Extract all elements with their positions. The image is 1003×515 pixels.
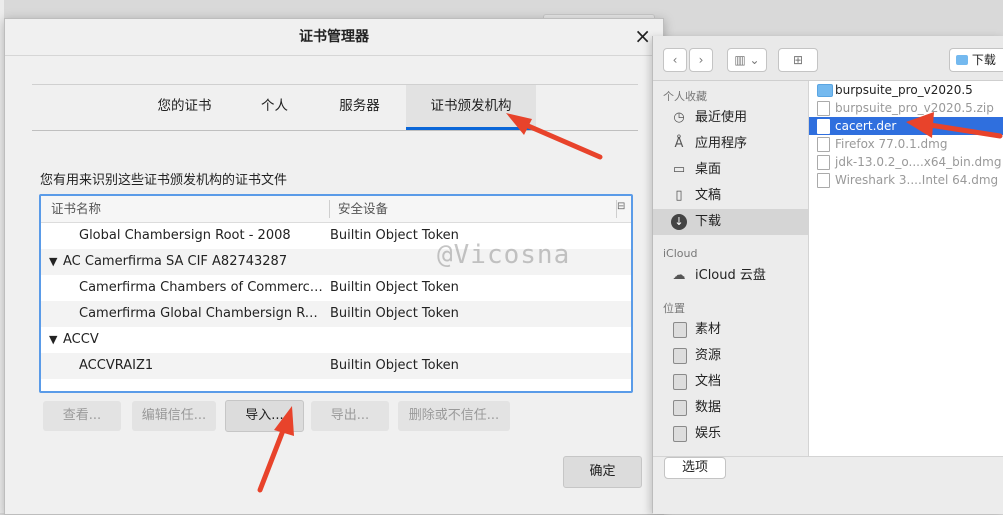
- file-picker: ‹ › ▥ ⌄ ⊞ 下载 个人收藏 ◷ 最近使用 Å 应用程序 ▭ 桌面 ▯ 文…: [652, 36, 1003, 514]
- table-header: 证书名称 安全设备 ⊟: [41, 196, 631, 223]
- security-device: Builtin Object Token: [330, 358, 459, 373]
- arrow-to-cacert-file: [906, 112, 1003, 139]
- arrow-to-authorities-tab: [506, 113, 603, 160]
- file-icon: [817, 155, 830, 170]
- sidebar-item-documents[interactable]: ▯ 文稿: [653, 183, 808, 209]
- tab-your-certificates[interactable]: 您的证书: [142, 85, 227, 128]
- icloud-header: iCloud: [663, 247, 698, 260]
- table-row[interactable]: Camerfirma Global Chambersign Root Built…: [41, 301, 631, 327]
- certificate-name: Global Chambersign Root - 2008: [79, 228, 291, 243]
- disk-icon: [673, 348, 687, 364]
- file-item[interactable]: Wireshark 3....Intel 64.dmg: [809, 171, 1003, 189]
- group-name: AC Camerfirma SA CIF A82743287: [63, 254, 288, 269]
- certificate-name: Camerfirma Chambers of Commerce Root: [79, 280, 325, 295]
- view-mode-button[interactable]: ▥ ⌄: [727, 48, 767, 72]
- sidebar-item-applications[interactable]: Å 应用程序: [653, 131, 808, 157]
- file-item[interactable]: burpsuite_pro_v2020.5: [809, 81, 1003, 99]
- location-label: 下载: [971, 53, 996, 67]
- picker-sidebar: 个人收藏 ◷ 最近使用 Å 应用程序 ▭ 桌面 ▯ 文稿 ↓ 下载 iCloud…: [653, 81, 809, 456]
- table-row[interactable]: ACCVRAIZ1 Builtin Object Token: [41, 353, 631, 379]
- apps-icon: Å: [674, 136, 684, 151]
- sidebar-item-desktop[interactable]: ▭ 桌面: [653, 157, 808, 183]
- back-button[interactable]: ‹: [663, 48, 687, 72]
- favorites-header: 个人收藏: [663, 90, 707, 103]
- new-folder-button[interactable]: ⊞: [778, 48, 818, 72]
- clock-icon: ◷: [673, 110, 685, 125]
- table-group-row[interactable]: ▼ ACCV: [41, 327, 631, 353]
- sidebar-item-volume[interactable]: 娱乐: [653, 421, 808, 447]
- file-icon: [817, 119, 830, 134]
- column-divider[interactable]: [329, 200, 330, 218]
- file-icon: [817, 173, 830, 188]
- picker-toolbar: ‹ › ▥ ⌄ ⊞ 下载: [653, 36, 1003, 81]
- forward-button[interactable]: ›: [689, 48, 713, 72]
- dialog-title: 证书管理器: [299, 29, 369, 45]
- sidebar-item-volume[interactable]: 文档: [653, 369, 808, 395]
- disk-icon: [673, 374, 687, 390]
- authorities-description: 您有用来识别这些证书颁发机构的证书文件: [40, 173, 288, 188]
- delete-distrust-button[interactable]: 删除或不信任...: [398, 401, 510, 431]
- column-certificate-name[interactable]: 证书名称: [51, 196, 101, 222]
- chevron-down-icon[interactable]: ▼: [49, 327, 63, 353]
- security-device: Builtin Object Token: [330, 280, 459, 295]
- chevron-down-icon[interactable]: ▼: [49, 249, 63, 275]
- certificate-table[interactable]: 证书名称 安全设备 ⊟ Global Chambersign Root - 20…: [39, 194, 633, 393]
- locations-header: 位置: [663, 302, 685, 315]
- sidebar-item-icloud-drive[interactable]: ☁ iCloud 云盘: [653, 263, 808, 289]
- picker-footer: 选项: [653, 456, 1003, 514]
- certificate-name: ACCVRAIZ1: [79, 358, 154, 373]
- security-device: Builtin Object Token: [330, 306, 459, 321]
- disk-icon: [673, 322, 687, 338]
- ok-button[interactable]: 确定: [563, 456, 642, 488]
- table-row[interactable]: Camerfirma Chambers of Commerce Root Bui…: [41, 275, 631, 301]
- tab-personal[interactable]: 个人: [247, 85, 302, 128]
- file-icon: [817, 101, 830, 116]
- edit-trust-button[interactable]: 编辑信任...: [132, 401, 216, 431]
- sidebar-item-volume[interactable]: 数据: [653, 395, 808, 421]
- sidebar-item-downloads[interactable]: ↓ 下载: [653, 209, 808, 235]
- document-icon: ▯: [675, 188, 683, 203]
- download-icon: ↓: [671, 214, 687, 230]
- column-security-device[interactable]: 安全设备: [338, 196, 388, 222]
- watermark: @Vicosna: [437, 240, 571, 270]
- close-icon[interactable]: ×: [634, 24, 651, 48]
- folder-icon: [956, 55, 968, 65]
- sidebar-item-recents[interactable]: ◷ 最近使用: [653, 105, 808, 131]
- desktop-icon: ▭: [672, 162, 686, 177]
- options-button[interactable]: 选项: [664, 457, 726, 479]
- view-button[interactable]: 查看...: [43, 401, 121, 431]
- group-name: ACCV: [63, 332, 99, 347]
- disk-icon: [673, 426, 687, 442]
- folder-icon: [817, 84, 833, 97]
- column-picker-icon[interactable]: ⊟: [617, 201, 629, 215]
- arrow-to-import-button: [257, 406, 294, 493]
- title-divider: [5, 55, 663, 56]
- export-button[interactable]: 导出...: [311, 401, 389, 431]
- sidebar-item-volume[interactable]: 素材: [653, 317, 808, 343]
- location-popup[interactable]: 下载: [949, 48, 1003, 72]
- cloud-icon: ☁: [672, 268, 686, 283]
- certificate-name: Camerfirma Global Chambersign Root: [79, 306, 325, 321]
- file-item[interactable]: jdk-13.0.2_o....x64_bin.dmg: [809, 153, 1003, 171]
- disk-icon: [673, 400, 687, 416]
- sidebar-item-volume[interactable]: 资源: [653, 343, 808, 369]
- file-icon: [817, 137, 830, 152]
- tab-servers[interactable]: 服务器: [322, 85, 397, 128]
